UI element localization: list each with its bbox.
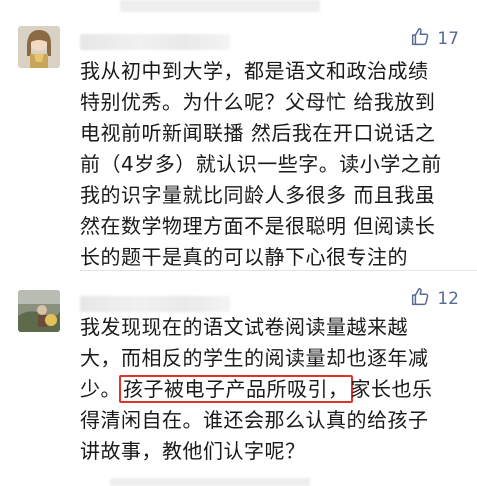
username-redacted	[80, 34, 230, 50]
text-line: 电视前听新闻联播 然后我在开口说话之	[80, 121, 436, 145]
text-line: 少。 孩子被电子产品所吸引， 家长也乐	[80, 374, 460, 405]
username-redacted	[80, 296, 230, 312]
like-button[interactable]: 12	[409, 286, 459, 312]
next-comment-fragment	[110, 478, 310, 486]
like-count: 12	[437, 289, 459, 309]
like-button[interactable]: 17	[409, 26, 459, 52]
avatar[interactable]	[18, 26, 60, 68]
text-line: 前（4岁多）就认识一些字。读小学之前	[80, 152, 442, 176]
thumbs-up-icon	[409, 26, 431, 52]
text-line: 我的识字量就比同龄人多很多 而且我虽	[80, 183, 436, 207]
text-line: 然在数学物理方面不是很聪明 但阅读长	[80, 214, 436, 238]
text-line: 大，而相反的学生的阅读量却也逐年减	[80, 346, 429, 370]
text-line: 得清闲自在。谁还会那么认真的给孩子	[80, 408, 429, 432]
comment-text: 我发现现在的语文试卷阅读量越来越 大，而相反的学生的阅读量却也逐年减 少。 孩子被…	[80, 312, 460, 467]
thumbs-up-icon	[409, 286, 431, 312]
comment-text: 我从初中到大学，都是语文和政治成绩 特别优秀。为什么呢？父母忙 给我放到 电视前…	[80, 56, 460, 273]
text-segment: 家长也乐	[350, 377, 433, 401]
text-line: 我发现现在的语文试卷阅读量越来越	[80, 315, 408, 339]
text-line: 我从初中到大学，都是语文和政治成绩	[80, 59, 429, 83]
text-segment: 少。	[80, 377, 121, 401]
text-line: 长的题干是真的可以静下心很专注的	[80, 245, 408, 269]
highlighted-text: 孩子被电子产品所吸引，	[119, 375, 353, 403]
comment-divider	[80, 270, 477, 271]
previous-comment-fragment	[120, 0, 320, 12]
like-count: 17	[437, 29, 459, 49]
avatar[interactable]	[18, 290, 60, 332]
text-line: 讲故事，教他们认字呢？	[80, 439, 306, 463]
text-line: 特别优秀。为什么呢？父母忙 给我放到	[80, 90, 436, 114]
